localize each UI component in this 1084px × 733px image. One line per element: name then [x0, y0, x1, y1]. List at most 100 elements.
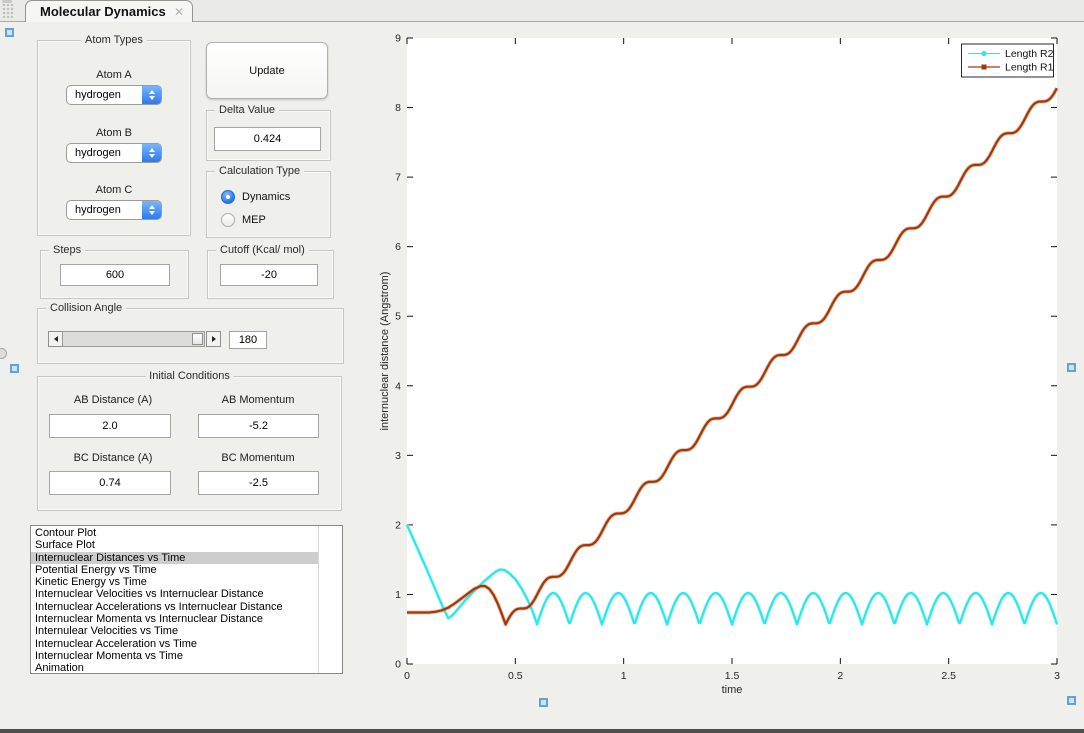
slider-left-arrow[interactable] — [48, 331, 63, 347]
panel-title: Cutoff (Kcal/ mol) — [216, 244, 309, 256]
splitter-knob[interactable] — [0, 348, 7, 359]
legend-marker — [981, 64, 987, 70]
slider-right-arrow[interactable] — [206, 331, 221, 347]
close-icon[interactable]: ✕ — [174, 5, 184, 19]
collision-angle-slider[interactable] — [62, 331, 205, 347]
anchor-handle — [1067, 696, 1076, 705]
x-tick-label: 2.5 — [941, 670, 956, 682]
bc-distance-field[interactable] — [49, 471, 171, 495]
tab-molecular-dynamics[interactable]: Molecular Dynamics ✕ — [25, 0, 193, 22]
panel-title: Collision Angle — [46, 302, 127, 314]
y-axis-label: internuclear distance (Angstrom) — [380, 272, 391, 431]
steps-field[interactable] — [60, 264, 170, 286]
plot-axes: 0 0.5 1 1.5 2 2.5 3 0 1 2 3 4 5 6 7 8 9 time internuclear … — [379, 24, 1084, 716]
chart-svg: 0 0.5 1 1.5 2 2.5 3 0 1 2 3 4 5 6 7 8 9 time internuclear … — [379, 33, 1060, 697]
atom-a-value: hydrogen — [75, 89, 121, 101]
slider-thumb[interactable] — [192, 333, 203, 345]
radio-icon[interactable] — [221, 190, 235, 204]
ab-distance-label: AB Distance (A) — [73, 394, 153, 406]
tab-bar: Molecular Dynamics ✕ — [0, 0, 1084, 22]
x-tick-label: 1.5 — [725, 670, 740, 682]
bc-momentum-label: BC Momentum — [221, 452, 295, 464]
radio-mep[interactable]: MEP — [221, 213, 266, 227]
anchor-handle — [1067, 363, 1076, 372]
atom-c-dropdown[interactable]: hydrogen — [66, 200, 162, 220]
update-button[interactable]: Update — [206, 42, 328, 99]
panel-title: Atom Types — [81, 34, 147, 46]
legend-label: Length R2 — [1005, 48, 1054, 60]
list-item[interactable]: Internuclear Velocities vs Internuclear … — [31, 588, 318, 600]
atom-b-dropdown[interactable]: hydrogen — [66, 143, 162, 163]
atom-b-value: hydrogen — [75, 147, 121, 159]
collision-angle-field[interactable] — [229, 331, 267, 349]
x-tick-label: 1 — [621, 670, 627, 682]
list-item[interactable]: Contour Plot — [31, 527, 318, 539]
ab-momentum-label: AB Momentum — [221, 394, 295, 406]
atom-b-label: Atom B — [95, 127, 133, 139]
delta-value-field[interactable] — [214, 127, 321, 151]
list-item[interactable]: Internuclear Distances vs Time — [31, 551, 318, 564]
atom-types-panel: Atom Types Atom A hydrogen Atom B hydrog… — [37, 34, 191, 236]
radio-icon[interactable] — [221, 213, 235, 227]
calculation-type-panel: Calculation Type Dynamics MEP — [206, 165, 331, 238]
list-item[interactable]: Kinetic Energy vs Time — [31, 576, 318, 588]
list-item[interactable]: Internuclear Accelerations vs Internucle… — [31, 601, 318, 613]
bottom-splitter-bar — [0, 729, 1084, 733]
y-tick-label: 5 — [395, 311, 401, 323]
atom-c-label: Atom C — [95, 184, 133, 196]
tab-title: Molecular Dynamics — [40, 4, 166, 19]
ab-momentum-field[interactable] — [198, 414, 319, 438]
list-item[interactable]: Potential Energy vs Time — [31, 564, 318, 576]
panel-title: Steps — [49, 244, 86, 256]
bc-distance-label: BC Distance (A) — [73, 452, 153, 464]
delta-value-panel: Delta Value — [206, 104, 331, 161]
y-tick-label: 2 — [395, 519, 401, 531]
atom-c-value: hydrogen — [75, 204, 121, 216]
collision-angle-panel: Collision Angle — [37, 302, 344, 364]
x-tick-label: 2 — [837, 670, 843, 682]
y-tick-label: 0 — [395, 659, 401, 671]
x-axis-label: time — [722, 684, 743, 696]
legend-label: Length R1 — [1005, 62, 1054, 74]
x-tick-label: 0 — [404, 670, 410, 682]
initial-conditions-panel: Initial Conditions AB Distance (A) AB Mo… — [37, 370, 342, 511]
plot-type-listbox[interactable]: Contour Plot Surface Plot Internuclear Dis… — [30, 525, 343, 674]
legend-marker — [981, 50, 987, 57]
panel-title: Delta Value — [215, 104, 280, 116]
list-item[interactable]: Internulear Velocities vs Time — [31, 625, 318, 637]
drag-handle-icon[interactable] — [2, 3, 13, 20]
panel-title: Calculation Type — [215, 165, 305, 177]
popup-arrows-icon — [142, 201, 161, 219]
anchor-handle — [10, 364, 19, 373]
anchor-handle — [539, 698, 548, 707]
atom-a-label: Atom A — [96, 69, 132, 81]
radio-dynamics-label: Dynamics — [242, 191, 291, 203]
y-tick-label: 3 — [395, 450, 401, 462]
ab-distance-field[interactable] — [49, 414, 171, 438]
cutoff-panel: Cutoff (Kcal/ mol) — [207, 244, 334, 299]
bc-momentum-field[interactable] — [198, 471, 319, 495]
steps-panel: Steps — [40, 244, 189, 299]
popup-arrows-icon — [142, 144, 161, 162]
list-item[interactable]: Internuclear Momenta vs Internuclear Dis… — [31, 613, 318, 625]
x-tick-label: 3 — [1054, 670, 1060, 682]
x-tick-label: 0.5 — [508, 670, 523, 682]
listbox-scrollbar-gutter[interactable] — [318, 526, 342, 673]
y-tick-label: 1 — [395, 589, 401, 601]
y-tick-label: 8 — [395, 102, 401, 114]
list-item[interactable]: Internuclear Acceleration vs Time — [31, 638, 318, 650]
radio-mep-label: MEP — [242, 214, 266, 226]
anchor-handle — [5, 28, 14, 37]
y-tick-label: 6 — [395, 241, 401, 253]
panel-title: Initial Conditions — [145, 370, 234, 382]
atom-a-dropdown[interactable]: hydrogen — [66, 85, 162, 105]
cutoff-field[interactable] — [220, 264, 318, 286]
radio-dynamics[interactable]: Dynamics — [221, 190, 290, 204]
list-item[interactable]: Animation — [31, 662, 318, 673]
y-tick-label: 4 — [395, 380, 401, 392]
popup-arrows-icon — [142, 86, 161, 104]
y-tick-label: 9 — [395, 33, 401, 45]
list-item[interactable]: Surface Plot — [31, 539, 318, 551]
list-item[interactable]: Internuclear Momenta vs Time — [31, 650, 318, 662]
y-tick-label: 7 — [395, 172, 401, 184]
